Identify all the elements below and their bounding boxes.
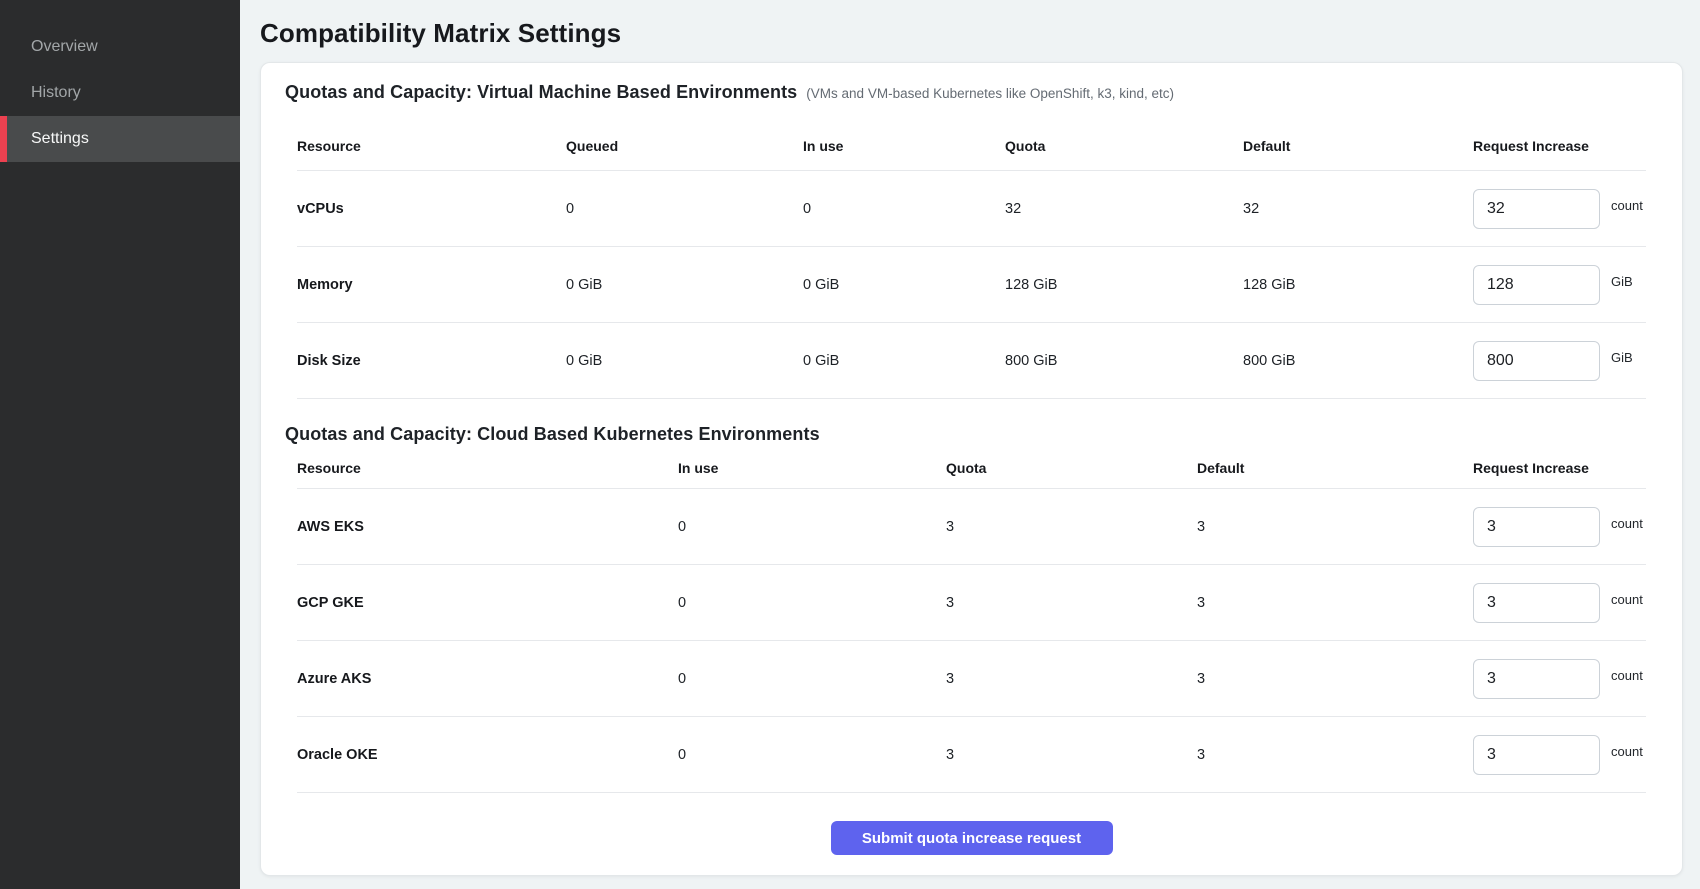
cell-in-use: 0	[678, 595, 946, 611]
cell-default: 128 GiB	[1243, 277, 1473, 293]
column-header-default: Default	[1197, 460, 1473, 476]
cell-quota: 800 GiB	[1005, 353, 1243, 369]
cell-in-use: 0	[678, 671, 946, 687]
table-header-row: Resource In use Quota Default Request In…	[297, 447, 1646, 489]
table-row-gcp-gke: GCP GKE 0 3 3 count	[297, 565, 1646, 641]
cell-resource: Azure AKS	[297, 671, 678, 687]
quota-settings-card: Quotas and Capacity: Virtual Machine Bas…	[260, 62, 1683, 876]
cell-default: 3	[1197, 519, 1473, 535]
cell-in-use: 0	[678, 519, 946, 535]
column-header-resource: Resource	[297, 460, 678, 476]
request-increase-input-memory[interactable]	[1473, 265, 1600, 305]
section-header-vm: Quotas and Capacity: Virtual Machine Bas…	[285, 79, 1658, 105]
cell-in-use: 0	[803, 201, 1005, 217]
sidebar-nav: Overview History Settings	[0, 24, 240, 162]
sidebar-item-label: History	[31, 84, 81, 102]
section-title: Quotas and Capacity: Cloud Based Kuberne…	[285, 421, 820, 447]
cell-quota: 3	[946, 671, 1197, 687]
cell-queued: 0 GiB	[566, 353, 803, 369]
column-header-resource: Resource	[297, 138, 566, 154]
cell-queued: 0 GiB	[566, 277, 803, 293]
cell-quota: 3	[946, 595, 1197, 611]
submit-quota-increase-button[interactable]: Submit quota increase request	[831, 821, 1113, 855]
unit-label: GiB	[1611, 350, 1633, 365]
cell-queued: 0	[566, 201, 803, 217]
cell-default: 3	[1197, 671, 1473, 687]
column-header-quota: Quota	[1005, 138, 1243, 154]
vm-quota-table: Resource Queued In use Quota Default Req…	[297, 121, 1646, 399]
cell-quota: 3	[946, 747, 1197, 763]
request-increase-input-vcpus[interactable]	[1473, 189, 1600, 229]
cell-resource: AWS EKS	[297, 519, 678, 535]
cell-in-use: 0 GiB	[803, 353, 1005, 369]
cell-default: 3	[1197, 595, 1473, 611]
sidebar-item-settings[interactable]: Settings	[0, 116, 240, 162]
table-row-disk-size: Disk Size 0 GiB 0 GiB 800 GiB 800 GiB Gi…	[297, 323, 1646, 399]
submit-button-container: Submit quota increase request	[285, 821, 1658, 855]
column-header-default: Default	[1243, 138, 1473, 154]
column-header-in-use: In use	[678, 460, 946, 476]
sidebar-item-label: Settings	[31, 130, 89, 148]
column-header-queued: Queued	[566, 138, 803, 154]
unit-label: count	[1611, 198, 1643, 213]
cell-quota: 32	[1005, 201, 1243, 217]
request-increase-input-gcp-gke[interactable]	[1473, 583, 1600, 623]
cloud-k8s-quota-table: Resource In use Quota Default Request In…	[297, 447, 1646, 793]
main-content: Compatibility Matrix Settings Quotas and…	[240, 0, 1700, 889]
section-header-cloud-k8s: Quotas and Capacity: Cloud Based Kuberne…	[285, 421, 1658, 447]
unit-label: count	[1611, 668, 1643, 683]
cell-resource: vCPUs	[297, 201, 566, 217]
unit-label: GiB	[1611, 274, 1633, 289]
column-header-quota: Quota	[946, 460, 1197, 476]
unit-label: count	[1611, 592, 1643, 607]
cell-in-use: 0	[678, 747, 946, 763]
active-indicator	[0, 116, 7, 162]
request-increase-input-aws-eks[interactable]	[1473, 507, 1600, 547]
unit-label: count	[1611, 744, 1643, 759]
cell-resource: Disk Size	[297, 353, 566, 369]
table-header-row: Resource Queued In use Quota Default Req…	[297, 121, 1646, 171]
table-row-azure-aks: Azure AKS 0 3 3 count	[297, 641, 1646, 717]
request-increase-input-oracle-oke[interactable]	[1473, 735, 1600, 775]
cell-default: 800 GiB	[1243, 353, 1473, 369]
unit-label: count	[1611, 516, 1643, 531]
cell-default: 32	[1243, 201, 1473, 217]
table-row-aws-eks: AWS EKS 0 3 3 count	[297, 489, 1646, 565]
section-note: (VMs and VM-based Kubernetes like OpenSh…	[806, 86, 1174, 101]
request-increase-input-disk-size[interactable]	[1473, 341, 1600, 381]
table-row-memory: Memory 0 GiB 0 GiB 128 GiB 128 GiB GiB	[297, 247, 1646, 323]
page-title: Compatibility Matrix Settings	[260, 18, 1683, 48]
section-title: Quotas and Capacity: Virtual Machine Bas…	[285, 79, 797, 105]
cell-resource: Oracle OKE	[297, 747, 678, 763]
sidebar-item-overview[interactable]: Overview	[0, 24, 240, 70]
request-increase-input-azure-aks[interactable]	[1473, 659, 1600, 699]
table-row-oracle-oke: Oracle OKE 0 3 3 count	[297, 717, 1646, 793]
sidebar: Overview History Settings	[0, 0, 240, 889]
column-header-request-increase: Request Increase	[1473, 460, 1646, 476]
column-header-request-increase: Request Increase	[1473, 138, 1646, 154]
cell-quota: 3	[946, 519, 1197, 535]
column-header-in-use: In use	[803, 138, 1005, 154]
cell-resource: GCP GKE	[297, 595, 678, 611]
sidebar-item-label: Overview	[31, 38, 98, 56]
cell-default: 3	[1197, 747, 1473, 763]
cell-in-use: 0 GiB	[803, 277, 1005, 293]
cell-resource: Memory	[297, 277, 566, 293]
sidebar-item-history[interactable]: History	[0, 70, 240, 116]
cell-quota: 128 GiB	[1005, 277, 1243, 293]
table-row-vcpus: vCPUs 0 0 32 32 count	[297, 171, 1646, 247]
